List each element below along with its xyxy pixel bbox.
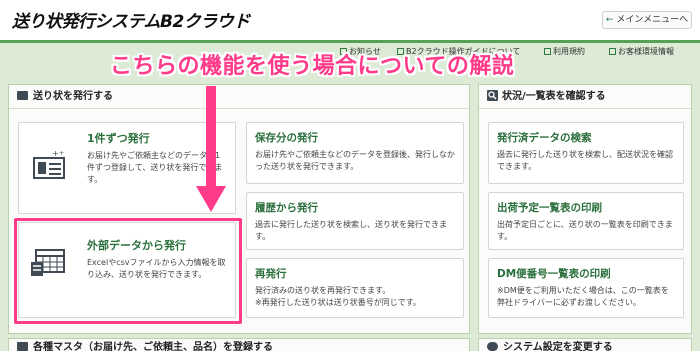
card-search-issued[interactable]: 発行済データの検索 過去に発行した送り状を検索し、配送状況を確認できます。 <box>488 122 684 184</box>
magnifier-icon <box>487 90 498 101</box>
main-menu-label: メインメニューへ <box>616 15 689 25</box>
issue-panel-title: 送り状を発行する <box>33 91 113 102</box>
printer-icon <box>17 91 28 100</box>
settings-panel-header[interactable]: システム設定を変更する <box>479 339 691 351</box>
master-panel-header[interactable]: 各種マスタ（お届け先、ご依頼主、品名）を登録する <box>9 339 469 351</box>
annotation-arrow-head-icon <box>196 186 226 212</box>
card-dm-print-title: DM便番号一覧表の印刷 <box>497 268 611 280</box>
card-reissue-desc: 発行済みの送り状を再発行できます。 <box>255 286 391 295</box>
status-panel-title: 状況/一覧表を確認する <box>502 91 606 102</box>
card-saved-desc: お届け先やご依頼主などのデータを登録後、発行しなかった送り状を発行できます。 <box>255 150 455 171</box>
card-saved-title: 保存分の発行 <box>255 132 318 144</box>
list-icon <box>17 342 28 351</box>
card-reissue[interactable]: 再発行 発行済みの送り状を再発行できます。 ※再発行した送り状は送り状番号が同じ… <box>246 258 464 318</box>
back-arrow-icon: ← <box>605 15 614 25</box>
main-menu-button[interactable]: ← メインメニューへ <box>602 11 692 29</box>
link-environment[interactable]: お客様環境情報 <box>609 46 674 57</box>
settings-panel: システム設定を変更する <box>478 338 692 351</box>
external-link-icon <box>609 48 616 55</box>
highlight-frame <box>14 218 242 324</box>
form-card-icon: + + <box>33 150 65 179</box>
card-schedule-print-desc: 出荷予定日ごとに、送り状の一覧表を印刷できます。 <box>497 220 673 241</box>
card-dm-print-desc: ※DM便をご利用いただく場合は、この一覧表を弊社ドライバーに必ずお渡しください。 <box>497 286 669 307</box>
external-link-icon <box>544 48 551 55</box>
card-schedule-print[interactable]: 出荷予定一覧表の印刷 出荷予定日ごとに、送り状の一覧表を印刷できます。 <box>488 192 684 250</box>
card-history-desc: 過去に発行した送り状を検索し、送り状を発行できます。 <box>255 220 447 241</box>
master-panel-title: 各種マスタ（お届け先、ご依頼主、品名）を登録する <box>33 342 273 351</box>
annotation-arrow-shaft <box>206 86 216 188</box>
link-terms-label: 利用規約 <box>553 47 585 56</box>
card-history[interactable]: 履歴から発行 過去に発行した送り状を検索し、送り状を発行できます。 <box>246 192 464 250</box>
master-panel: 各種マスタ（お届け先、ご依頼主、品名）を登録する <box>8 338 470 351</box>
card-reissue-title: 再発行 <box>255 268 287 280</box>
card-schedule-print-title: 出荷予定一覧表の印刷 <box>497 202 602 214</box>
card-reissue-note: ※再発行した送り状は送り状番号が同じです。 <box>255 298 421 307</box>
card-history-title: 履歴から発行 <box>255 202 318 214</box>
card-saved[interactable]: 保存分の発行 お届け先やご依頼主などのデータを登録後、発行しなかった送り状を発行… <box>246 122 464 184</box>
app-header: 送り状発行システムB2クラウド ← メインメニューへ <box>0 0 700 40</box>
settings-panel-title: システム設定を変更する <box>503 342 613 351</box>
app-logo[interactable]: 送り状発行システムB2クラウド <box>12 7 250 32</box>
link-terms[interactable]: 利用規約 <box>544 46 585 57</box>
annotation-banner: こちらの機能を使う場合についての解説 <box>110 54 515 79</box>
status-panel-header: 状況/一覧表を確認する <box>479 85 691 109</box>
card-search-issued-title: 発行済データの検索 <box>497 132 592 144</box>
gear-icon <box>487 342 498 351</box>
svg-text:+: + <box>59 150 64 157</box>
card-dm-print[interactable]: DM便番号一覧表の印刷 ※DM便をご利用いただく場合は、この一覧表を弊社ドライバ… <box>488 258 684 318</box>
link-environment-label: お客様環境情報 <box>618 47 674 56</box>
issue-panel-header: 送り状を発行する <box>9 85 469 109</box>
card-search-issued-desc: 過去に発行した送り状を検索し、配送状況を確認できます。 <box>497 150 673 171</box>
svg-text:+: + <box>52 150 59 158</box>
